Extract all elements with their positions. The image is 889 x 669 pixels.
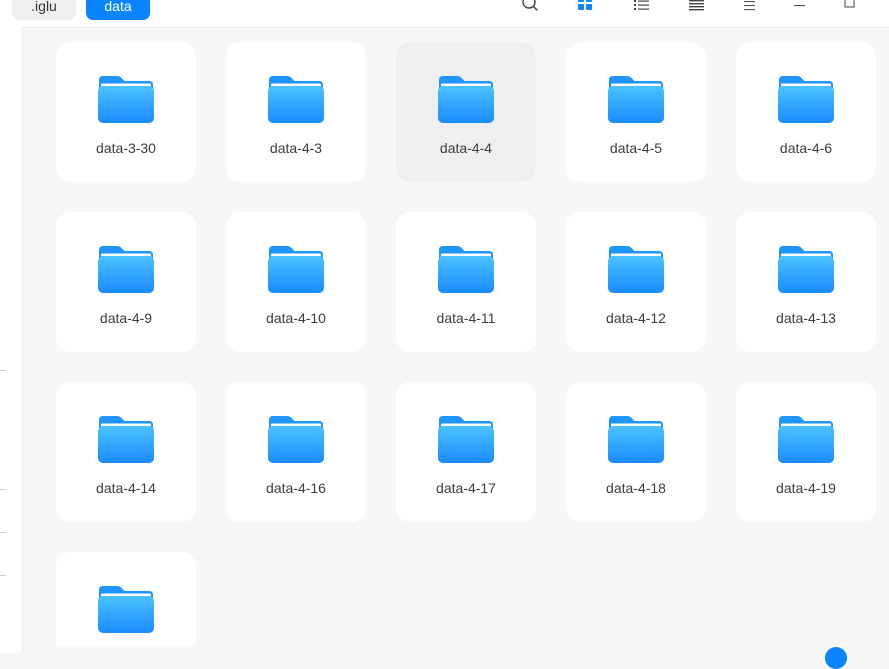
folder-icon [777, 414, 835, 464]
folder-item[interactable]: data-4-6 [736, 42, 876, 182]
title-bar: .iglu data [0, 0, 889, 28]
folder-label: data-4-13 [776, 310, 836, 326]
detail-view-icon[interactable] [688, 0, 708, 14]
folder-item[interactable]: data-4-19 [736, 382, 876, 522]
folder-item[interactable]: data-4-10 [226, 212, 366, 352]
folder-label: data-4-18 [606, 480, 666, 496]
folder-label: data-4-16 [266, 480, 326, 496]
breadcrumb-iglu[interactable]: .iglu [12, 0, 76, 20]
folder-item[interactable]: data-4-13 [736, 212, 876, 352]
folder-label: data-4-6 [779, 140, 833, 156]
folder-item[interactable]: data-4-18 [566, 382, 706, 522]
minimize-icon[interactable] [792, 0, 812, 14]
sidebar-divider [0, 532, 6, 533]
folder-icon [437, 414, 495, 464]
folder-label: data-4-17 [436, 480, 496, 496]
folder-item[interactable]: data-4-5 [566, 42, 706, 182]
folder-label: data-4-5 [609, 140, 663, 156]
folder-icon [97, 414, 155, 464]
folder-icon [97, 244, 155, 294]
folder-item[interactable]: data-4-3 [226, 42, 366, 182]
folder-item[interactable] [56, 552, 196, 646]
folder-item[interactable]: data-4-4 [396, 42, 536, 182]
folder-icon [97, 74, 155, 124]
sidebar [0, 27, 23, 653]
floating-action-indicator[interactable] [825, 647, 847, 669]
folder-icon [267, 244, 325, 294]
folder-label: data-4-10 [266, 310, 326, 326]
maximize-icon[interactable] [842, 0, 862, 14]
sidebar-divider [0, 370, 6, 371]
folder-item[interactable]: data-4-14 [56, 382, 196, 522]
folder-icon [97, 584, 155, 634]
folder-item[interactable]: data-4-12 [566, 212, 706, 352]
folder-icon [437, 74, 495, 124]
folder-label: data-4-9 [99, 310, 153, 326]
folder-item[interactable]: data-4-9 [56, 212, 196, 352]
folder-item[interactable]: data-4-11 [396, 212, 536, 352]
sidebar-divider [0, 575, 6, 576]
folder-label: data-4-14 [96, 480, 156, 496]
search-icon[interactable] [521, 0, 541, 14]
breadcrumb-data[interactable]: data [86, 0, 150, 20]
menu-icon[interactable] [742, 0, 762, 14]
folder-item[interactable]: data-4-16 [226, 382, 366, 522]
folder-icon [437, 244, 495, 294]
folder-icon [607, 414, 665, 464]
list-view-icon[interactable] [633, 0, 653, 14]
icon-view-icon[interactable] [577, 0, 597, 14]
folder-icon [777, 244, 835, 294]
folder-label: data-4-12 [606, 310, 666, 326]
folder-label: data-4-19 [776, 480, 836, 496]
folder-icon [777, 74, 835, 124]
sidebar-divider [0, 489, 6, 490]
folder-item[interactable]: data-3-30 [56, 42, 196, 182]
folder-label: data-4-3 [269, 140, 323, 156]
folder-label: data-4-11 [436, 310, 496, 326]
folder-item[interactable]: data-4-17 [396, 382, 536, 522]
folder-icon [267, 414, 325, 464]
folder-icon [607, 74, 665, 124]
folder-icon [607, 244, 665, 294]
folder-icon [267, 74, 325, 124]
folder-label: data-4-4 [439, 140, 493, 156]
folder-label: data-3-30 [96, 140, 156, 156]
